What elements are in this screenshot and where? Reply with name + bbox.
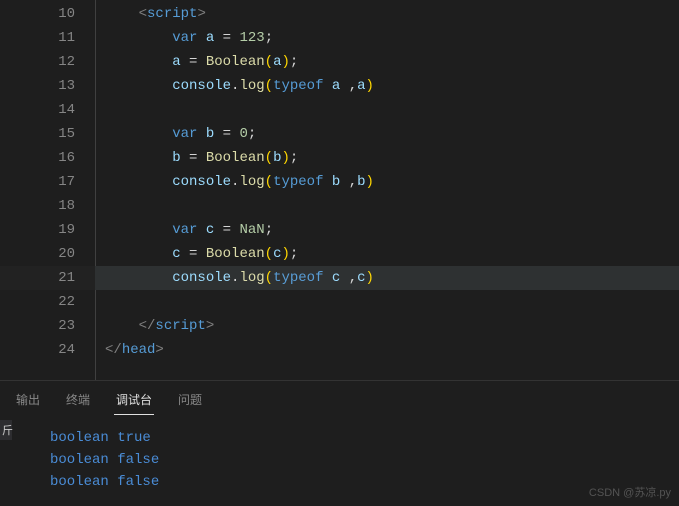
line-number: 22 [0, 290, 75, 314]
line-number: 10 [0, 2, 75, 26]
sidebar-fragment: 斤 [0, 420, 12, 440]
code-line[interactable] [95, 98, 679, 122]
line-number: 17 [0, 170, 75, 194]
line-number: 13 [0, 74, 75, 98]
bottom-panel: 输出 终端 调试台 问题 boolean trueboolean falsebo… [0, 380, 679, 505]
tab-terminal[interactable]: 终端 [64, 387, 92, 415]
line-number: 18 [0, 194, 75, 218]
code-line[interactable]: b = Boolean(b); [95, 146, 679, 170]
tab-debug-console[interactable]: 调试台 [114, 387, 154, 415]
line-number: 15 [0, 122, 75, 146]
debug-console-output[interactable]: boolean trueboolean falseboolean false [0, 415, 679, 505]
line-number: 23 [0, 314, 75, 338]
code-line[interactable]: </script> [95, 314, 679, 338]
line-number: 19 [0, 218, 75, 242]
code-line[interactable]: var c = NaN; [95, 218, 679, 242]
code-line[interactable]: console.log(typeof a ,a) [95, 74, 679, 98]
code-line[interactable]: c = Boolean(c); [95, 242, 679, 266]
code-line[interactable]: console.log(typeof c ,c) [95, 266, 679, 290]
code-line[interactable]: </head> [95, 338, 679, 362]
line-number: 11 [0, 26, 75, 50]
line-number: 21 [0, 266, 75, 290]
line-number: 14 [0, 98, 75, 122]
panel-tabs: 输出 终端 调试台 问题 [0, 381, 679, 415]
code-line[interactable]: a = Boolean(a); [95, 50, 679, 74]
line-number-gutter: 101112131415161718192021222324 [0, 0, 95, 380]
code-line[interactable]: var b = 0; [95, 122, 679, 146]
code-area[interactable]: <script> var a = 123; a = Boolean(a); co… [95, 0, 679, 380]
code-line[interactable] [95, 194, 679, 218]
line-number: 24 [0, 338, 75, 362]
code-line[interactable]: <script> [95, 2, 679, 26]
code-editor[interactable]: 101112131415161718192021222324 <script> … [0, 0, 679, 380]
console-line: boolean true [50, 427, 661, 449]
code-line[interactable]: console.log(typeof b ,b) [95, 170, 679, 194]
code-line[interactable]: var a = 123; [95, 26, 679, 50]
tab-problems[interactable]: 问题 [176, 387, 204, 415]
console-line: boolean false [50, 471, 661, 493]
tab-output[interactable]: 输出 [14, 387, 42, 415]
line-number: 16 [0, 146, 75, 170]
line-number: 20 [0, 242, 75, 266]
watermark: CSDN @苏凉.py [589, 484, 671, 500]
console-line: boolean false [50, 449, 661, 471]
line-number: 12 [0, 50, 75, 74]
code-line[interactable] [95, 290, 679, 314]
